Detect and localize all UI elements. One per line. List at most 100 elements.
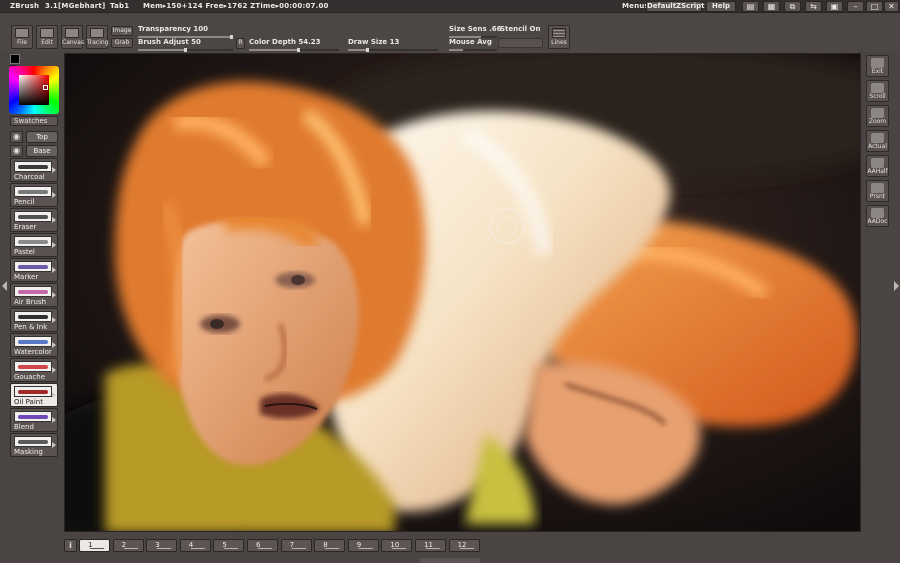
- aahalf-button[interactable]: AAHalf: [866, 155, 889, 177]
- slash-icon: [425, 542, 445, 549]
- lines-button[interactable]: Lines: [548, 25, 570, 49]
- image-button[interactable]: Image: [111, 26, 133, 36]
- brush-pencil[interactable]: Pencil: [10, 183, 58, 207]
- mouse-avg-slider[interactable]: Mouse Avg: [449, 37, 497, 51]
- help-button[interactable]: Help: [706, 1, 736, 12]
- page-tab-7[interactable]: 7: [280, 539, 312, 552]
- transparency-slider[interactable]: Transparency 100: [138, 24, 233, 39]
- page-tab-3[interactable]: 3: [146, 539, 178, 552]
- mouse-avg-track: [449, 49, 497, 51]
- canvas-document[interactable]: [64, 53, 861, 532]
- brush-label: Pen & Ink: [14, 323, 48, 331]
- canvas-label: Canvas: [62, 39, 85, 46]
- maximize-icon[interactable]: □: [866, 1, 883, 12]
- zbrush-window: ZBrush 3.1[MGebhart] Tab1 Mem▸150+124 Fr…: [0, 0, 900, 563]
- page-tab-12[interactable]: 12: [448, 539, 480, 552]
- brush-adjust-slider[interactable]: Brush Adjust 50: [138, 37, 233, 52]
- zoom-button[interactable]: Zoom: [866, 105, 889, 127]
- color-picker[interactable]: [9, 54, 59, 120]
- brush-label: Marker: [14, 273, 39, 281]
- info-button[interactable]: i: [64, 539, 77, 552]
- edit-button[interactable]: Edit: [36, 25, 58, 49]
- left-tray-toggle-icon[interactable]: [2, 281, 7, 291]
- brush-eraser[interactable]: Eraser: [10, 208, 58, 232]
- page-tab-8[interactable]: 8: [314, 539, 346, 552]
- app-version: 3.1[MGebhart]: [45, 2, 106, 10]
- page-tab-11[interactable]: 11: [415, 539, 446, 552]
- canvas-button[interactable]: Canvas: [61, 25, 85, 49]
- brush-pastel[interactable]: Pastel: [10, 233, 58, 257]
- base-button[interactable]: Base: [26, 145, 58, 157]
- brush-arrow-icon: [52, 217, 56, 223]
- layout-icon[interactable]: ▤: [742, 1, 759, 12]
- draw-size-track: [348, 49, 438, 51]
- brush-label: Charcoal: [14, 173, 45, 181]
- page-tab-5[interactable]: 5: [213, 539, 245, 552]
- document-tab[interactable]: Tab1: [110, 2, 129, 10]
- swap-icon[interactable]: ⇆: [805, 1, 822, 12]
- stencil-field[interactable]: [498, 38, 543, 48]
- page-tab-6[interactable]: 6: [247, 539, 278, 552]
- tracing-button[interactable]: Tracing: [86, 25, 109, 49]
- draw-size-slider[interactable]: Draw Size 13: [348, 37, 438, 52]
- brush-charcoal[interactable]: Charcoal: [10, 158, 58, 182]
- brush-stroke-icon: [14, 311, 52, 322]
- aadoc-button[interactable]: AADoc: [866, 205, 889, 227]
- arrange-icon[interactable]: ⧉: [784, 1, 801, 12]
- brush-oil-paint[interactable]: Oil Paint: [10, 383, 58, 407]
- top-button[interactable]: Top: [26, 131, 58, 143]
- aahalf-label: AAHalf: [867, 168, 888, 175]
- brush-masking[interactable]: Masking: [10, 433, 58, 457]
- brush-watercolor[interactable]: Watercolor: [10, 333, 58, 357]
- page-tab-2[interactable]: 2: [112, 539, 144, 552]
- brush-label: Oil Paint: [14, 398, 43, 406]
- exit-button[interactable]: Exit: [866, 55, 889, 77]
- eye-icon[interactable]: ◉: [10, 131, 23, 143]
- swatches-button[interactable]: Swatches: [10, 116, 58, 126]
- brush-marker[interactable]: Marker: [10, 258, 58, 282]
- mouse-avg-fill: [449, 49, 464, 51]
- close-icon[interactable]: ✕: [884, 1, 899, 12]
- gradient-icon[interactable]: ▦: [763, 1, 780, 12]
- file-button[interactable]: File: [11, 25, 33, 49]
- right-tray: Exit Scroll Zoom Actual AAHalf Prsnt AADoc: [866, 55, 890, 235]
- bottom-tray-toggle[interactable]: [420, 558, 480, 563]
- script-button[interactable]: DefaultZScript: [646, 1, 705, 12]
- brush-blend[interactable]: Blend: [10, 408, 58, 432]
- prsnt-button[interactable]: Prsnt: [866, 180, 889, 202]
- brush-stroke-icon: [14, 336, 52, 347]
- scroll-button[interactable]: Scroll: [866, 80, 889, 102]
- page-tab-10[interactable]: 10: [381, 539, 413, 552]
- lock-icon[interactable]: ▣: [826, 1, 843, 12]
- brush-label: Pastel: [14, 248, 35, 256]
- primary-color-swatch[interactable]: [10, 54, 20, 64]
- brush-stroke-icon: [14, 361, 52, 372]
- stencil-toggle[interactable]: Stencil On: [500, 24, 545, 38]
- draw-size-knob[interactable]: [366, 48, 369, 52]
- eye-icon[interactable]: ◉: [10, 145, 23, 157]
- actual-button[interactable]: Actual: [866, 130, 889, 152]
- brush-pen-ink[interactable]: Pen & Ink: [10, 308, 58, 332]
- page-tab-4[interactable]: 4: [179, 539, 211, 552]
- brush-arrow-icon: [52, 192, 56, 198]
- r-button[interactable]: R: [236, 38, 245, 49]
- brush-adjust-knob[interactable]: [184, 48, 187, 52]
- color-depth-knob[interactable]: [297, 48, 300, 52]
- brush-arrow-icon: [52, 442, 56, 448]
- minimize-icon[interactable]: –: [847, 1, 864, 12]
- brush-gouache[interactable]: Gouache: [10, 358, 58, 382]
- size-sens-slider[interactable]: Size Sens .66: [449, 24, 501, 38]
- mouse-avg-label: Mouse Avg: [449, 38, 492, 46]
- menus-label: Menus: [622, 2, 649, 10]
- color-depth-slider[interactable]: Color Depth 54.23: [249, 37, 339, 52]
- saturation-square[interactable]: [19, 75, 49, 105]
- brush-air-brush[interactable]: Air Brush: [10, 283, 58, 307]
- page-tab-1[interactable]: 1: [79, 539, 110, 552]
- actual-label: Actual: [868, 143, 887, 150]
- top-layer-row: ◉ Top: [10, 131, 58, 143]
- lines-label: Lines: [551, 39, 567, 46]
- page-tab-9[interactable]: 9: [347, 539, 379, 552]
- file-label: File: [16, 39, 28, 46]
- right-tray-toggle-icon[interactable]: [894, 281, 899, 291]
- grab-button[interactable]: Grab: [111, 38, 133, 48]
